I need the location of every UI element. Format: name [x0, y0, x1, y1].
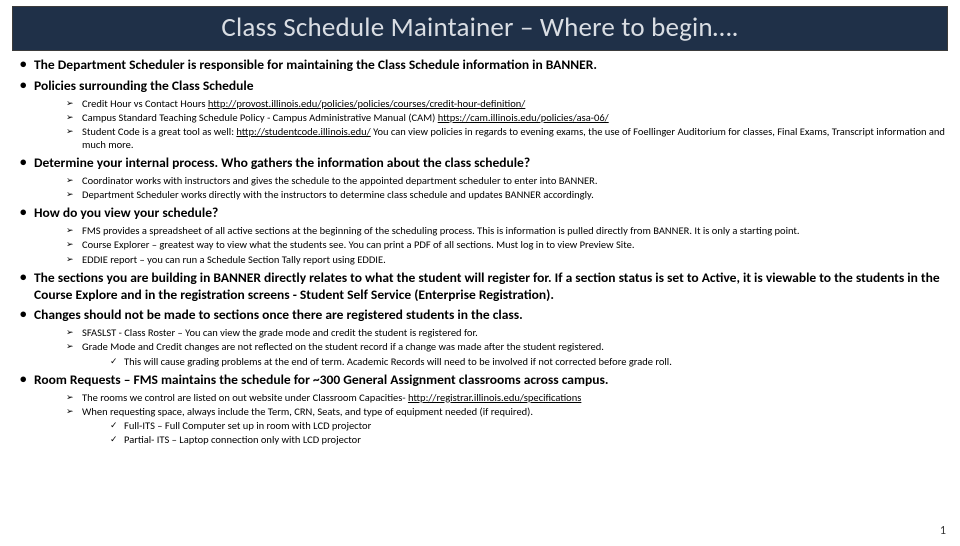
- bullet-policies: Policies surrounding the Class Schedule …: [20, 78, 950, 151]
- sub-grade-mode-text: Grade Mode and Credit changes are not re…: [82, 340, 604, 353]
- sub-student-code: Student Code is a great tool as well: ht…: [66, 125, 950, 151]
- sub-rooms-controlled-text: The rooms we control are listed on out w…: [82, 391, 408, 404]
- bullet-internal-process-text: Determine your internal process. Who gat…: [34, 154, 530, 171]
- subsub-full-its: Full-ITS – Full Computer set up in room …: [110, 419, 950, 432]
- sub-credit-hour-text: Credit Hour vs Contact Hours: [82, 97, 208, 110]
- bullet-room-requests: Room Requests – FMS maintains the schedu…: [20, 372, 950, 446]
- internal-process-sublist: Coordinator works with instructors and g…: [34, 174, 950, 201]
- bullet-changes-text: Changes should not be made to sections o…: [34, 306, 523, 323]
- sub-credit-hour: Credit Hour vs Contact Hours http://prov…: [66, 97, 950, 110]
- bullet-policies-text: Policies surrounding the Class Schedule: [34, 77, 254, 94]
- grade-mode-subsub: This will cause grading problems at the …: [82, 355, 950, 368]
- slide-title: Class Schedule Maintainer – Where to beg…: [221, 11, 738, 44]
- bullet-list: The Department Scheduler is responsible …: [10, 57, 950, 446]
- sub-requesting-space-text: When requesting space, always include th…: [82, 405, 533, 418]
- sub-student-code-text-a: Student Code is a great tool as well:: [82, 125, 236, 138]
- policies-sublist: Credit Hour vs Contact Hours http://prov…: [34, 97, 950, 152]
- changes-sublist: SFASLST - Class Roster – You can view th…: [34, 326, 950, 367]
- sub-course-explorer: Course Explorer – greatest way to view w…: [66, 238, 950, 251]
- sub-coordinator: Coordinator works with instructors and g…: [66, 174, 950, 187]
- subsub-grading-problems: This will cause grading problems at the …: [110, 355, 950, 368]
- sub-grade-mode: Grade Mode and Credit changes are not re…: [66, 340, 950, 367]
- link-credit-hour[interactable]: http://provost.illinois.edu/policies/pol…: [208, 97, 526, 110]
- sub-eddie: EDDIE report – you can run a Schedule Se…: [66, 253, 950, 266]
- subsub-partial-its: Partial- ITS – Laptop connection only wi…: [110, 433, 950, 446]
- bullet-dept-scheduler: The Department Scheduler is responsible …: [20, 57, 950, 74]
- bullet-sections-banner: The sections you are building in BANNER …: [20, 270, 950, 304]
- sub-rooms-controlled: The rooms we control are listed on out w…: [66, 391, 950, 404]
- sub-dept-scheduler: Department Scheduler works directly with…: [66, 188, 950, 201]
- sub-cam-text: Campus Standard Teaching Schedule Policy…: [82, 111, 438, 124]
- bullet-internal-process: Determine your internal process. Who gat…: [20, 155, 950, 201]
- title-bar: Class Schedule Maintainer – Where to beg…: [12, 6, 948, 51]
- sub-cam: Campus Standard Teaching Schedule Policy…: [66, 111, 950, 124]
- page-number: 1: [940, 524, 946, 538]
- sub-sfaslst: SFASLST - Class Roster – You can view th…: [66, 326, 950, 339]
- link-registrar[interactable]: http://registrar.illinois.edu/specificat…: [408, 391, 581, 404]
- room-requests-sublist: The rooms we control are listed on out w…: [34, 391, 950, 447]
- equipment-subsub: Full-ITS – Full Computer set up in room …: [82, 419, 950, 446]
- view-schedule-sublist: FMS provides a spreadsheet of all active…: [34, 224, 950, 265]
- bullet-view-schedule: How do you view your schedule? FMS provi…: [20, 205, 950, 265]
- bullet-changes: Changes should not be made to sections o…: [20, 307, 950, 367]
- link-student-code[interactable]: http://studentcode.illinois.edu/: [236, 125, 370, 138]
- sub-fms-spreadsheet: FMS provides a spreadsheet of all active…: [66, 224, 950, 237]
- slide: Class Schedule Maintainer – Where to beg…: [0, 6, 960, 546]
- bullet-view-schedule-text: How do you view your schedule?: [34, 204, 218, 221]
- sub-requesting-space: When requesting space, always include th…: [66, 405, 950, 446]
- link-cam[interactable]: https://cam.illinois.edu/policies/asa-06…: [438, 111, 609, 124]
- bullet-room-requests-text: Room Requests – FMS maintains the schedu…: [34, 371, 608, 388]
